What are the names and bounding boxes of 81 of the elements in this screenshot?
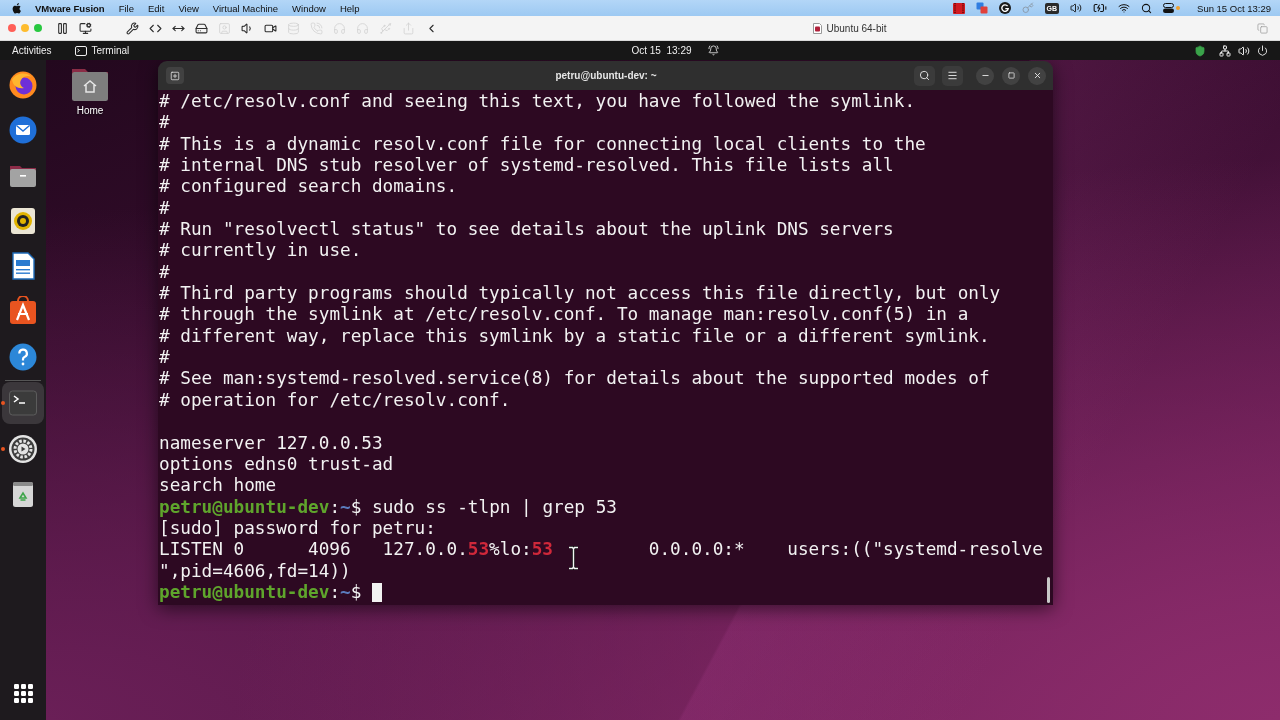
search-icon[interactable] bbox=[1141, 2, 1153, 14]
menu-button[interactable] bbox=[942, 65, 963, 86]
terminal-line: [sudo] password for petru: bbox=[159, 517, 436, 540]
desktop-icon-label[interactable]: Home bbox=[76, 105, 104, 116]
wifi-icon[interactable] bbox=[1118, 2, 1131, 14]
terminal-line: options edns0 trust-ad bbox=[159, 453, 394, 476]
terminal-cell: 0.0.0.0:* bbox=[648, 539, 745, 560]
ring-logo-icon[interactable] bbox=[998, 2, 1011, 14]
close-window-icon[interactable] bbox=[8, 24, 16, 32]
app-grid-icon bbox=[13, 683, 33, 703]
activities-button[interactable]: Activities bbox=[12, 45, 52, 56]
terminal-line: # bbox=[159, 112, 170, 134]
terminal-line: # See man:systemd-resolved.service(8) for details about the supported modes of bbox=[159, 368, 990, 390]
scrollbar-thumb[interactable] bbox=[1047, 577, 1050, 603]
menu-item[interactable]: View bbox=[178, 2, 199, 14]
maximize-icon bbox=[1007, 72, 1015, 79]
close-icon bbox=[1032, 71, 1042, 80]
terminal-line: # bbox=[159, 261, 170, 284]
terminal-line: # through the symlink at /etc/resolv.conf. To manage man:resolv.conf(5) in a bbox=[159, 304, 969, 326]
terminal-prompt-line: petru@ubuntu-dev:~$ sudo ss -tlpn | grep 53 bbox=[159, 496, 617, 518]
indicator-dot-icon bbox=[1176, 6, 1181, 10]
menu-item[interactable]: Help bbox=[339, 2, 360, 14]
apple-logo-icon[interactable] bbox=[12, 2, 22, 14]
film-icon[interactable] bbox=[952, 2, 965, 14]
network-icon[interactable] bbox=[1219, 44, 1231, 57]
vm-file-icon bbox=[813, 22, 823, 34]
control-toggles-icon[interactable] bbox=[1163, 3, 1175, 13]
i-beam-cursor-icon bbox=[568, 546, 579, 570]
terminal-prompt-line: petru@ubuntu-dev:~$ bbox=[159, 581, 363, 604]
terminal-line: # /etc/resolv.conf and seeing this text, you have followed the symlink. bbox=[159, 91, 916, 113]
terminal-line: # bbox=[159, 197, 170, 220]
new-tab-button[interactable] bbox=[166, 67, 184, 84]
menu-icon bbox=[947, 70, 958, 81]
overlapping-squares-icon[interactable] bbox=[975, 2, 988, 14]
terminal-line: # This is a dynamic resolv.conf file for connecting local clients to the bbox=[159, 133, 926, 156]
help-icon bbox=[8, 341, 38, 372]
terminal-cell: 127.0.0.53%lo:53 bbox=[382, 539, 554, 560]
terminal-cell: users:(("systemd-resolve bbox=[787, 539, 1043, 560]
settings-icon bbox=[8, 433, 38, 464]
app-menu[interactable]: VMware Fusion bbox=[35, 2, 105, 14]
terminal-line: # currently in use. bbox=[159, 240, 362, 262]
menu-item[interactable]: File bbox=[118, 2, 134, 14]
terminal-line: # bbox=[159, 347, 170, 369]
terminal-line: # configured search domains. bbox=[159, 176, 458, 198]
window-title: petru@ubuntu-dev: ~ bbox=[555, 70, 657, 81]
terminal-line: nameserver 127.0.0.53 bbox=[159, 432, 383, 454]
terminal-line: # operation for /etc/resolv.conf. bbox=[159, 389, 511, 412]
menu-item[interactable]: Virtual Machine bbox=[212, 2, 279, 14]
shield-icon[interactable] bbox=[1194, 44, 1206, 57]
terminal-line: ",pid=4606,fd=14)) bbox=[159, 560, 351, 582]
fox-globe-icon bbox=[8, 70, 38, 100]
terminal-line: # Third party programs should typically not access this file directly, but only bbox=[159, 283, 1001, 305]
speaker-icon bbox=[8, 205, 38, 236]
menu-item[interactable]: Window bbox=[292, 2, 326, 14]
vm-name: Ubuntu 64-bit bbox=[826, 22, 887, 34]
shopping-bag-icon bbox=[8, 296, 38, 327]
terminal-line: # different way, replace this symlink by a static file or a different symlink. bbox=[159, 325, 990, 348]
square-plus-icon bbox=[170, 70, 180, 81]
terminal-cell: 4096 bbox=[308, 539, 351, 560]
battery-icon[interactable] bbox=[1093, 1, 1108, 15]
terminal-line: # internal DNS stub resolver of systemd-resolved. This file lists all bbox=[159, 155, 894, 177]
clock-button[interactable]: Oct 15 13:29 bbox=[631, 45, 719, 56]
envelope-icon bbox=[8, 115, 38, 146]
power-icon[interactable] bbox=[1257, 45, 1268, 56]
menu-bar-clock[interactable]: Sun 15 Oct 13:29 bbox=[1197, 2, 1271, 14]
volume-icon[interactable] bbox=[1070, 2, 1083, 14]
terminal-line: # Run "resolvectl status" to see details about the uplink DNS servers bbox=[159, 219, 894, 241]
terminal-cell: LISTEN bbox=[159, 539, 223, 560]
maximize-button[interactable] bbox=[1002, 66, 1020, 85]
volume-icon[interactable] bbox=[1238, 44, 1250, 57]
search-icon bbox=[919, 70, 930, 81]
terminal-icon bbox=[75, 45, 88, 56]
menu-item[interactable]: Edit bbox=[148, 2, 165, 14]
home-folder-icon[interactable] bbox=[71, 67, 109, 101]
close-button[interactable] bbox=[1028, 66, 1046, 85]
terminal-icon bbox=[8, 388, 38, 419]
app-menu-button[interactable]: Terminal bbox=[75, 45, 130, 56]
terminal-cell: 0 bbox=[233, 539, 245, 560]
bell-icon bbox=[707, 45, 719, 56]
terminal-line: search home bbox=[159, 475, 277, 497]
search-button[interactable] bbox=[914, 65, 935, 86]
